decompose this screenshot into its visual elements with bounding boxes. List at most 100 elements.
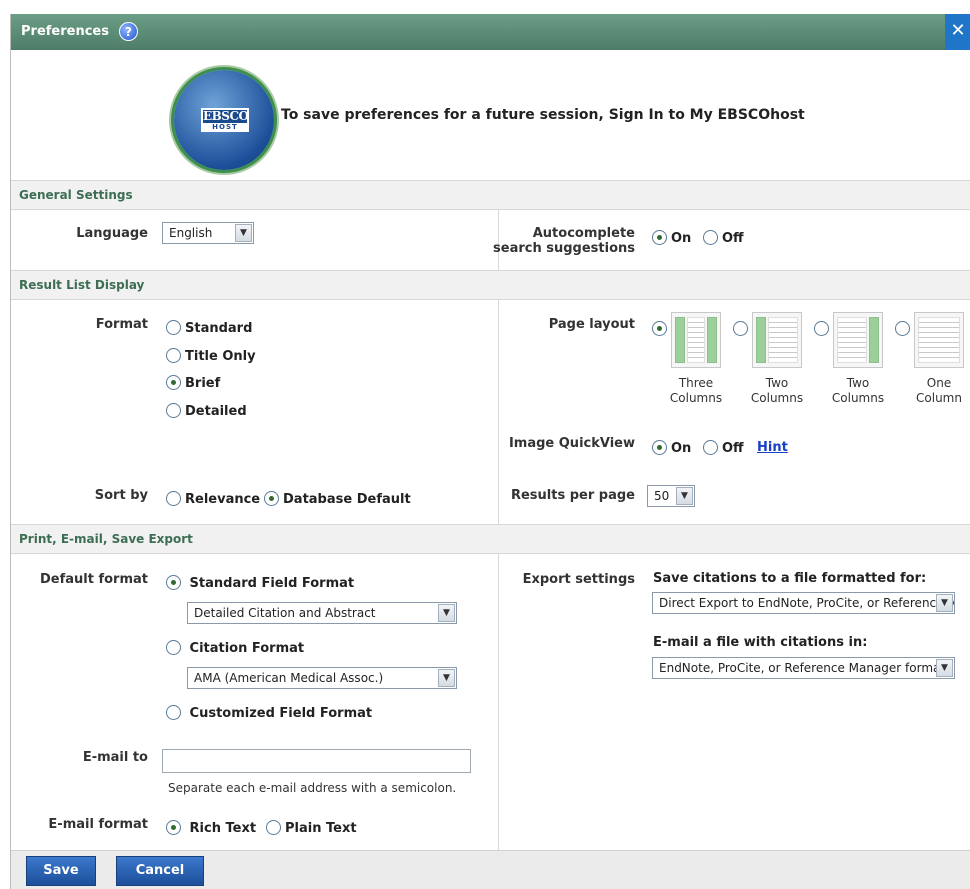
option-label: On xyxy=(671,441,692,456)
autocomplete-label: Autocomplete search suggestions xyxy=(493,226,635,256)
option-label: Plain Text xyxy=(285,821,357,836)
cancel-button[interactable]: Cancel xyxy=(116,856,204,886)
image-quickview-label: Image QuickView xyxy=(508,436,635,451)
layout-two-columns-left-radio[interactable] xyxy=(733,321,748,336)
email-citations-value: EndNote, ProCite, or Reference Manager f… xyxy=(659,661,946,675)
option-label: Database Default xyxy=(283,492,411,507)
radio-icon[interactable] xyxy=(166,820,181,835)
email-citations-label: E-mail a file with citations in: xyxy=(653,635,868,650)
rich-text-option[interactable]: Rich Text xyxy=(166,820,256,836)
chevron-down-icon: ▼ xyxy=(438,604,455,622)
radio-icon[interactable] xyxy=(703,440,718,455)
citation-format-value: AMA (American Medical Assoc.) xyxy=(194,671,384,685)
layout-one-column-radio[interactable] xyxy=(895,321,910,336)
customized-field-format-option[interactable]: Customized Field Format xyxy=(166,705,372,721)
chevron-down-icon: ▼ xyxy=(676,487,693,505)
layout-caption: Two Columns xyxy=(831,376,885,405)
close-button[interactable]: ✕ xyxy=(945,14,970,50)
radio-icon[interactable] xyxy=(166,640,181,655)
layout-three-columns-radio[interactable] xyxy=(652,321,667,336)
layout-caption: Three Columns xyxy=(669,376,723,405)
preferences-dialog: Preferences ? ✕ EBSCO HOST To save prefe… xyxy=(10,14,970,889)
ebsco-logo: EBSCO HOST xyxy=(174,70,274,170)
email-to-label: E-mail to xyxy=(82,750,148,765)
option-label: Detailed xyxy=(185,404,247,419)
hint-link[interactable]: Hint xyxy=(757,440,788,455)
autocomplete-label-line1: Autocomplete xyxy=(532,226,635,241)
radio-icon[interactable] xyxy=(166,320,181,335)
title-bar: Preferences ? ✕ xyxy=(11,14,970,50)
format-standard-option[interactable]: Standard xyxy=(166,320,252,336)
quickview-on-option[interactable]: On xyxy=(652,440,691,456)
section-result-list-display: Result List Display xyxy=(11,270,970,300)
sort-by-label: Sort by xyxy=(94,488,148,503)
standard-field-format-value: Detailed Citation and Abstract xyxy=(194,606,376,620)
autocomplete-label-line2: search suggestions xyxy=(493,241,635,256)
sort-database-default-option[interactable]: Database Default xyxy=(264,491,411,507)
radio-icon[interactable] xyxy=(166,491,181,506)
results-per-page-value: 50 xyxy=(654,489,670,503)
option-label: Standard xyxy=(185,321,253,336)
default-format-label: Default format xyxy=(39,572,148,587)
citation-format-option[interactable]: Citation Format xyxy=(166,640,304,656)
email-to-input[interactable] xyxy=(162,749,471,773)
radio-icon[interactable] xyxy=(652,440,667,455)
two-columns-left-layout-icon[interactable] xyxy=(752,312,802,368)
three-columns-layout-icon[interactable] xyxy=(671,312,721,368)
radio-icon[interactable] xyxy=(703,230,718,245)
dialog-title: Preferences xyxy=(21,24,109,39)
save-citations-value: Direct Export to EndNote, ProCite, or Re… xyxy=(659,596,954,610)
sign-in-message: To save preferences for a future session… xyxy=(281,107,805,123)
chevron-down-icon: ▼ xyxy=(936,659,953,677)
help-icon[interactable]: ? xyxy=(119,22,138,41)
chevron-down-icon: ▼ xyxy=(438,669,455,687)
option-label: Rich Text xyxy=(189,821,257,836)
save-citations-label: Save citations to a file formatted for: xyxy=(653,571,927,586)
save-citations-select[interactable]: Direct Export to EndNote, ProCite, or Re… xyxy=(652,592,955,614)
format-label: Format xyxy=(95,317,148,332)
radio-icon[interactable] xyxy=(264,491,279,506)
radio-icon[interactable] xyxy=(266,820,281,835)
format-brief-option[interactable]: Brief xyxy=(166,375,220,391)
section-print-email-save-export: Print, E-mail, Save Export xyxy=(11,524,970,554)
quickview-off-option[interactable]: Off xyxy=(703,440,744,456)
autocomplete-off-option[interactable]: Off xyxy=(703,230,744,246)
option-label: Customized Field Format xyxy=(189,706,373,721)
sort-relevance-option[interactable]: Relevance xyxy=(166,491,260,507)
results-per-page-label: Results per page xyxy=(510,488,635,503)
email-citations-select[interactable]: EndNote, ProCite, or Reference Manager f… xyxy=(652,657,955,679)
logo-subtext: HOST xyxy=(203,123,247,131)
layout-two-columns-right-radio[interactable] xyxy=(814,321,829,336)
option-label: Title Only xyxy=(185,349,256,364)
language-select[interactable]: English ▼ xyxy=(162,222,254,244)
standard-field-format-select[interactable]: Detailed Citation and Abstract ▼ xyxy=(187,602,457,624)
dialog-footer: Save Cancel xyxy=(11,850,970,889)
standard-field-format-option[interactable]: Standard Field Format xyxy=(166,575,354,591)
plain-text-option[interactable]: Plain Text xyxy=(266,820,357,836)
results-per-page-select[interactable]: 50 ▼ xyxy=(647,485,695,507)
email-format-label: E-mail format xyxy=(48,817,148,832)
chevron-down-icon: ▼ xyxy=(936,594,953,612)
option-label: Off xyxy=(722,231,744,246)
radio-icon[interactable] xyxy=(166,403,181,418)
language-label: Language xyxy=(76,226,148,241)
radio-icon[interactable] xyxy=(166,705,181,720)
two-columns-right-layout-icon[interactable] xyxy=(833,312,883,368)
language-value: English xyxy=(169,226,213,240)
radio-icon[interactable] xyxy=(166,348,181,363)
format-detailed-option[interactable]: Detailed xyxy=(166,403,247,419)
radio-icon[interactable] xyxy=(166,375,181,390)
option-label: Relevance xyxy=(185,492,261,507)
one-column-layout-icon[interactable] xyxy=(914,312,964,368)
autocomplete-on-option[interactable]: On xyxy=(652,230,691,246)
radio-icon[interactable] xyxy=(166,575,181,590)
export-settings-label: Export settings xyxy=(522,572,635,587)
option-label: Off xyxy=(722,441,744,456)
layout-caption: Two Columns xyxy=(750,376,804,405)
format-title-only-option[interactable]: Title Only xyxy=(166,348,256,364)
save-button[interactable]: Save xyxy=(26,856,96,886)
chevron-down-icon: ▼ xyxy=(235,224,252,242)
citation-format-select[interactable]: AMA (American Medical Assoc.) ▼ xyxy=(187,667,457,689)
email-hint: Separate each e-mail address with a semi… xyxy=(168,781,457,795)
radio-icon[interactable] xyxy=(652,230,667,245)
